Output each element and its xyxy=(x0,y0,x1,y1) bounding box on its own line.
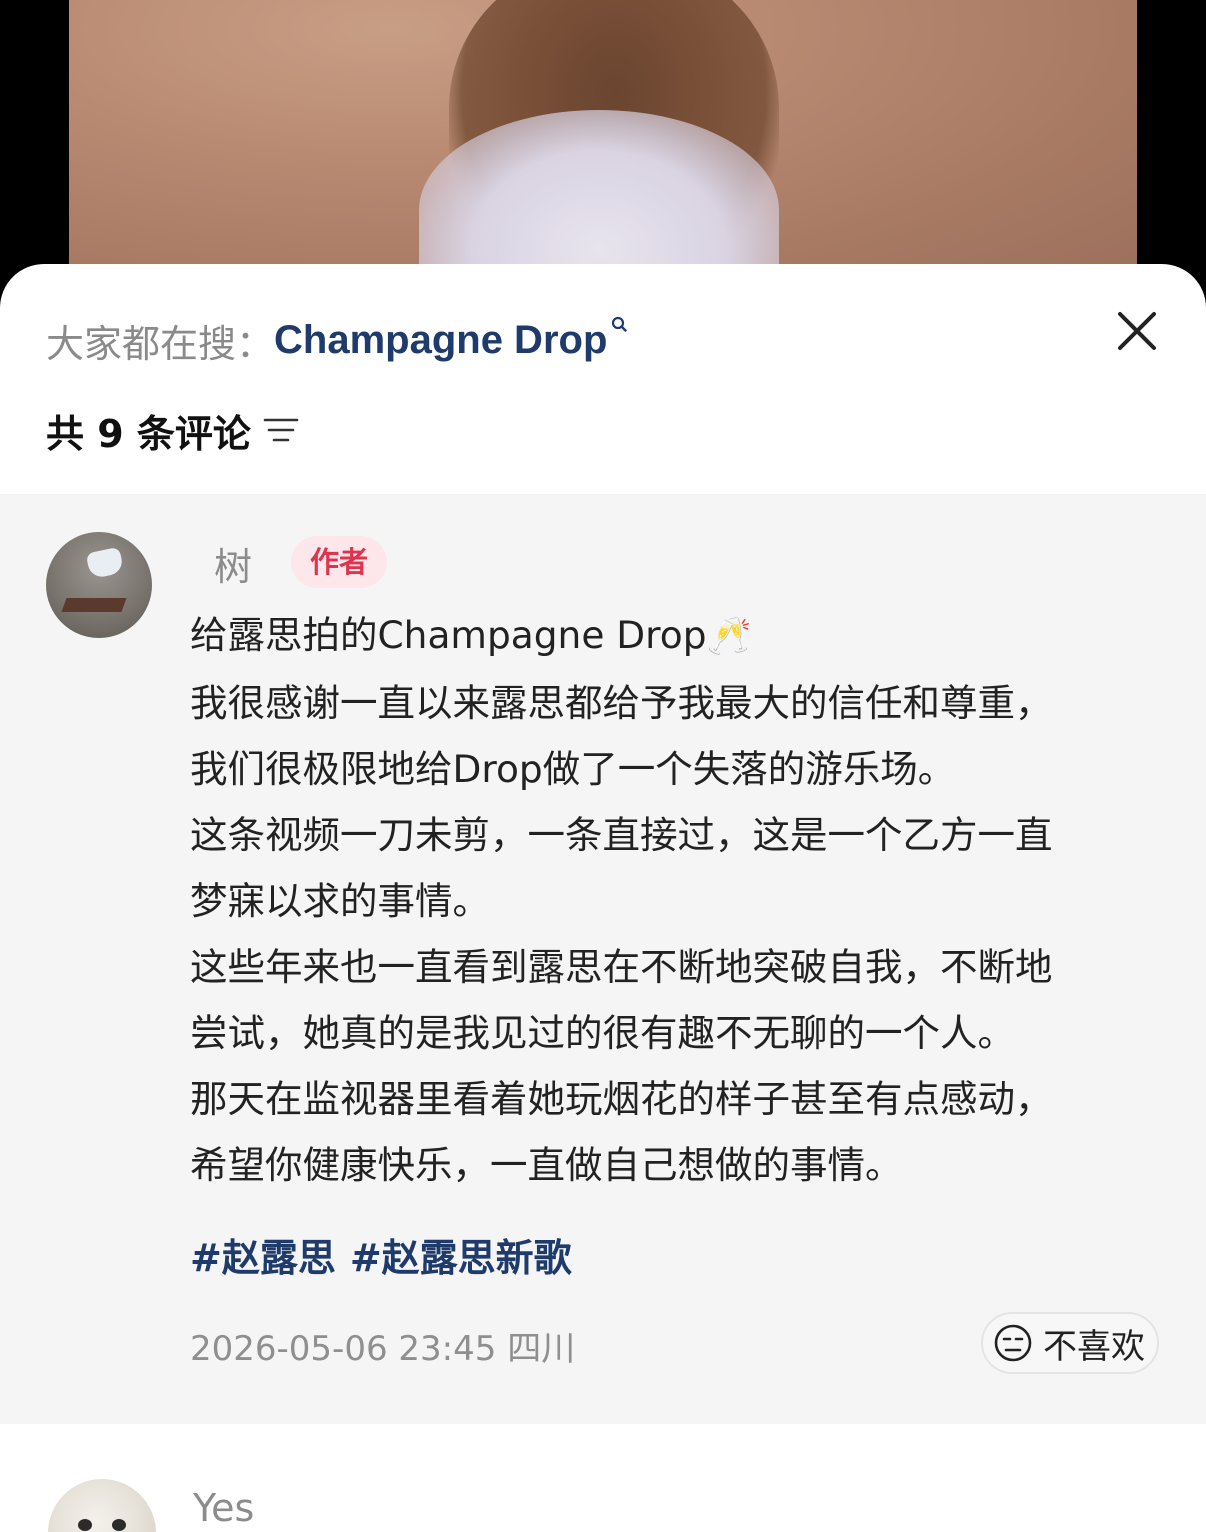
champagne-glasses-icon: 🥂 xyxy=(706,616,752,657)
trending-search-prefix: 大家都在搜： xyxy=(46,321,275,366)
comment-count-sort[interactable]: 共 9 条评论 xyxy=(46,404,299,456)
avatar[interactable] xyxy=(48,1479,156,1532)
comment-sheet: 大家都在搜： Champagne Drop 共 9 条评论 树 作者 给露思拍的… xyxy=(0,264,1206,1532)
comment-line: 这条视频一刀未剪，一条直接过，这是一个乙方一直 xyxy=(190,813,1053,857)
dislike-button[interactable]: 不喜欢 xyxy=(981,1312,1159,1374)
comment-line: 给露思拍的Champagne Drop🥂 xyxy=(190,602,1170,670)
trending-search[interactable]: 大家都在搜： Champagne Drop xyxy=(46,314,628,366)
close-icon[interactable] xyxy=(1112,306,1162,356)
avatar-mat-shape xyxy=(61,598,127,612)
video-player[interactable] xyxy=(0,0,1206,290)
comment-line: 梦寐以求的事情。 xyxy=(190,879,490,923)
pinned-comment[interactable]: 树 作者 给露思拍的Champagne Drop🥂 我很感谢一直以来露思都给予我… xyxy=(0,494,1206,1424)
comment-line: 尝试，她真的是我见过的很有趣不无聊的一个人。 xyxy=(190,1011,1015,1055)
comment-item[interactable]: Yes xyxy=(0,1424,1206,1532)
avatar-mask-shape xyxy=(85,546,125,580)
comment-author[interactable]: Yes xyxy=(193,1486,254,1530)
dislike-label: 不喜欢 xyxy=(1043,1326,1145,1367)
comment-line-text: 给露思拍的Champagne Drop xyxy=(190,613,707,657)
unamused-face-icon xyxy=(993,1323,1033,1363)
avatar-eye-shape xyxy=(112,1519,126,1531)
sort-icon[interactable] xyxy=(263,412,299,448)
search-icon xyxy=(611,316,628,336)
comment-line: 希望你健康快乐，一直做自己想做的事情。 xyxy=(190,1143,903,1187)
avatar-eye-shape xyxy=(78,1519,92,1531)
comment-text: 给露思拍的Champagne Drop🥂 我很感谢一直以来露思都给予我最大的信任… xyxy=(190,602,1170,1198)
hashtag-link[interactable]: #赵露思新歌 xyxy=(350,1236,572,1280)
comment-timestamp: 2026-05-06 23:45 xyxy=(190,1329,497,1369)
comment-line: 这些年来也一直看到露思在不断地突破自我，不断地 xyxy=(190,945,1053,989)
avatar[interactable] xyxy=(46,532,152,638)
hashtag-list: #赵露思 #赵露思新歌 xyxy=(190,1227,586,1282)
trending-search-term[interactable]: Champagne Drop xyxy=(274,318,607,363)
video-frame xyxy=(69,0,1137,290)
comment-count: 共 9 条评论 xyxy=(46,411,251,456)
comment-meta: 2026-05-06 23:45 四川 xyxy=(190,1321,575,1370)
comment-location: 四川 xyxy=(507,1329,576,1369)
comment-line: 那天在监视器里看着她玩烟花的样子甚至有点感动， xyxy=(190,1077,1053,1121)
comment-line: 我很感谢一直以来露思都给予我最大的信任和尊重， xyxy=(190,681,1053,725)
comment-author[interactable]: 树 xyxy=(214,536,252,591)
hashtag-link[interactable]: #赵露思 xyxy=(190,1236,336,1280)
comment-line: 我们很极限地给Drop做了一个失落的游乐场。 xyxy=(190,747,956,791)
author-badge: 作者 xyxy=(291,536,387,588)
